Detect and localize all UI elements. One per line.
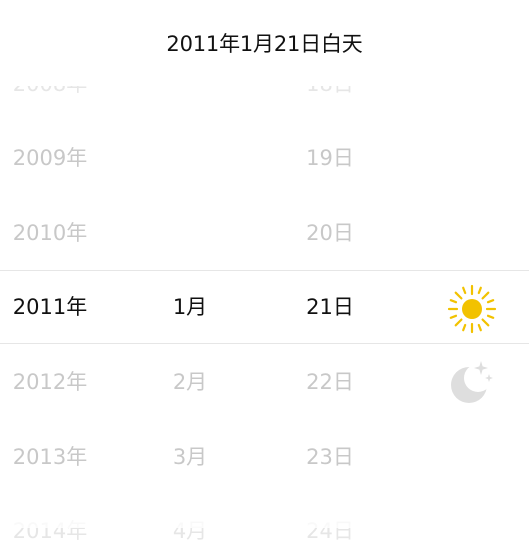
day-option[interactable]: 19日 [280, 137, 380, 177]
year-option-selected[interactable]: 2011年 [0, 286, 100, 326]
year-option[interactable]: 2010年 [0, 212, 100, 252]
month-option[interactable]: 2月 [140, 361, 240, 401]
sun-icon[interactable] [446, 283, 498, 335]
year-option[interactable]: 2012年 [0, 361, 100, 401]
day-option[interactable]: 20日 [280, 212, 380, 252]
year-option[interactable]: 2009年 [0, 137, 100, 177]
moon-icon[interactable] [444, 357, 496, 409]
day-option-selected[interactable]: 21日 [280, 286, 380, 326]
picker-header: 2011年1月21日白天 [0, 0, 529, 86]
day-option[interactable]: 22日 [280, 361, 380, 401]
wheel-fade-overlay [0, 490, 529, 528]
selected-datetime-title: 2011年1月21日白天 [166, 32, 363, 56]
month-option[interactable]: 3月 [140, 436, 240, 476]
day-option[interactable]: 23日 [280, 436, 380, 476]
month-option-selected[interactable]: 1月 [140, 286, 240, 326]
year-option[interactable]: 2013年 [0, 436, 100, 476]
